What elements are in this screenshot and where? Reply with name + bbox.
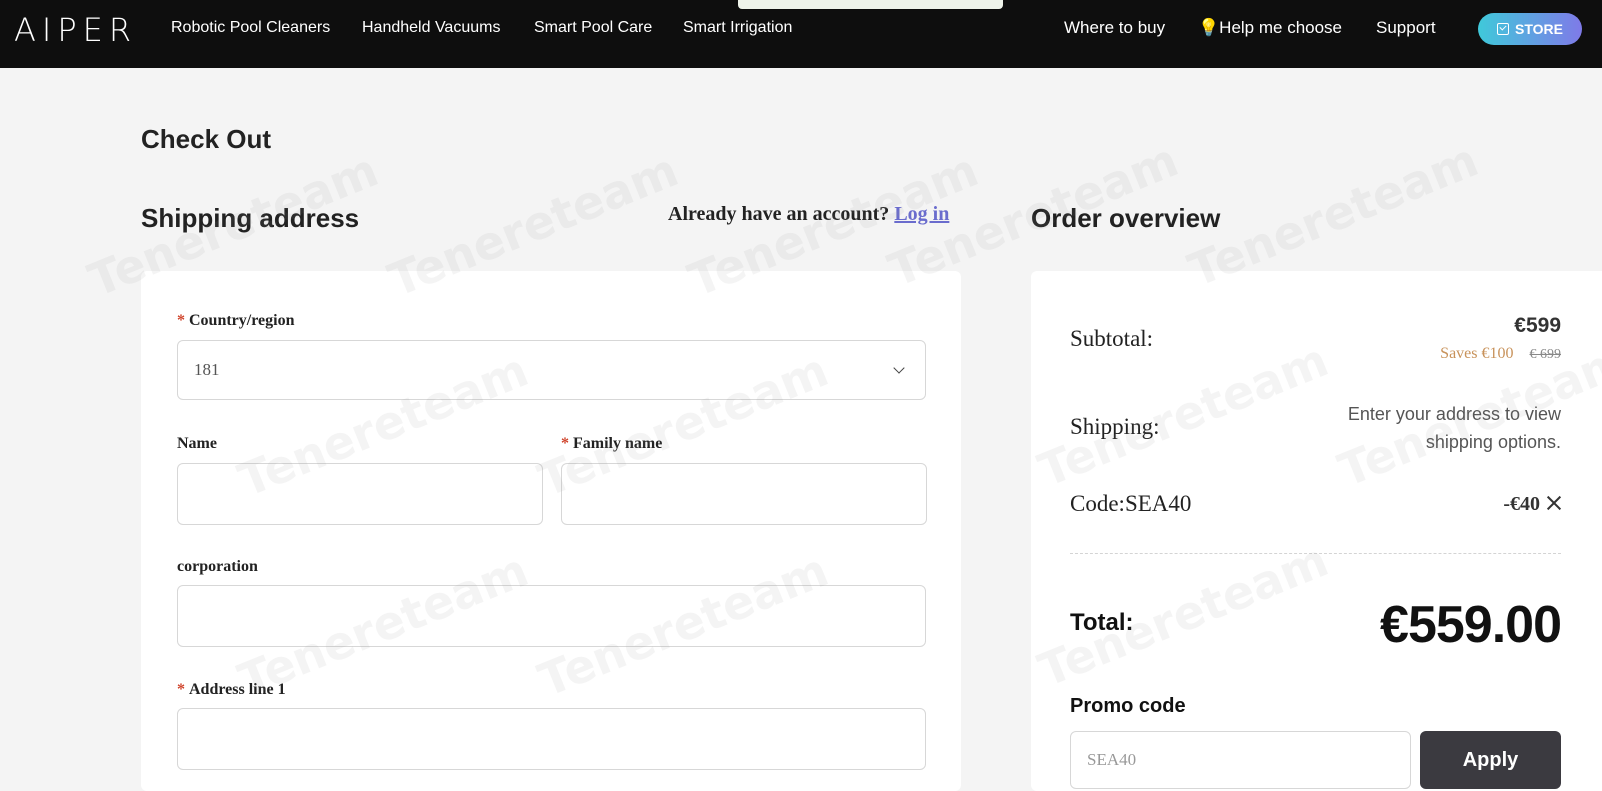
aiper-logo[interactable]: AIPER <box>14 14 137 46</box>
store-button-label: STORE <box>1515 21 1563 37</box>
country-select[interactable]: 181 <box>177 340 926 400</box>
promo-discount-value: -€40 <box>1503 493 1540 515</box>
family-name-input[interactable] <box>561 463 927 525</box>
corporation-label: corporation <box>177 558 258 575</box>
remove-code-icon[interactable] <box>1545 494 1563 512</box>
where-to-buy-link[interactable]: Where to buy <box>1064 18 1165 38</box>
promo-code-applied-label: Code:SEA40 <box>1070 491 1192 516</box>
account-prompt-text: Already have an account? <box>668 203 890 225</box>
login-link[interactable]: Log in <box>894 203 949 225</box>
shipping-label: Shipping: <box>1070 414 1160 439</box>
savings-info: Saves €100 € 699 <box>1340 345 1561 363</box>
shipping-address-title: Shipping address <box>141 203 360 233</box>
country-select-value: 181 <box>194 360 220 379</box>
total-label: Total: <box>1070 609 1134 636</box>
account-prompt: Already have an account? Log in <box>668 203 949 226</box>
corporation-input[interactable] <box>177 585 926 647</box>
promo-code-input[interactable] <box>1070 731 1411 789</box>
support-link[interactable]: Support <box>1376 18 1436 38</box>
original-price: € 699 <box>1529 347 1562 362</box>
saves-amount: Saves €100 <box>1440 345 1514 362</box>
nav-smart-pool-care[interactable]: Smart Pool Care <box>534 18 652 38</box>
help-me-choose-link[interactable]: 💡Help me choose <box>1198 18 1342 38</box>
address-line-1-input[interactable] <box>177 708 926 770</box>
required-marker: * <box>561 435 569 452</box>
chevron-down-icon <box>893 362 905 374</box>
shipping-note: Enter your address to view shipping opti… <box>1347 404 1561 452</box>
top-notch-banner <box>738 0 1003 9</box>
subtotal-value: €599 <box>1514 314 1561 337</box>
nav-robotic-pool-cleaners[interactable]: Robotic Pool Cleaners <box>171 18 330 38</box>
page-title: Check Out <box>141 124 272 154</box>
apply-button[interactable]: Apply <box>1420 731 1561 789</box>
promo-code-title: Promo code <box>1070 695 1186 717</box>
required-marker: * <box>177 681 185 698</box>
top-navigation-bar: AIPER Robotic Pool Cleaners Handheld Vac… <box>0 0 1602 68</box>
name-input[interactable] <box>177 463 543 525</box>
overview-divider <box>1070 553 1561 554</box>
nav-smart-irrigation[interactable]: Smart Irrigation <box>683 18 792 38</box>
store-button[interactable]: STORE <box>1478 13 1582 45</box>
family-name-label: * Family name <box>561 435 663 452</box>
address-line-1-label: * Address line 1 <box>177 681 286 698</box>
required-marker: * <box>177 312 185 329</box>
name-label: Name <box>177 435 217 452</box>
subtotal-label: Subtotal: <box>1070 326 1154 351</box>
total-value: €559.00 <box>1380 596 1562 654</box>
store-icon <box>1497 23 1509 35</box>
order-overview-title: Order overview <box>1031 203 1221 233</box>
country-label: * Country/region <box>177 312 295 329</box>
nav-handheld-vacuums[interactable]: Handheld Vacuums <box>362 18 500 38</box>
